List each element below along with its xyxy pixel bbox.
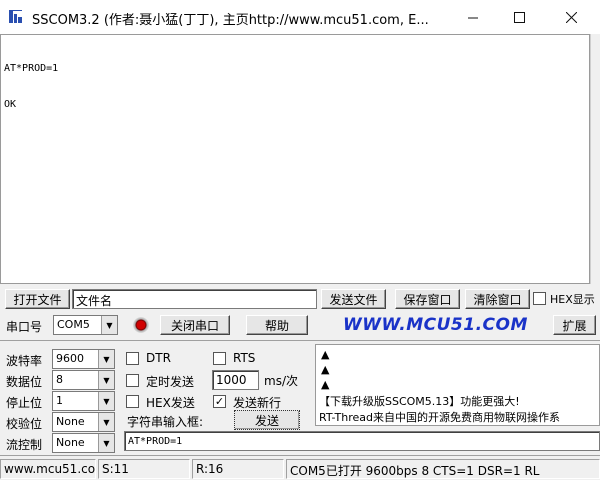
send-newline-label: 发送新行	[233, 396, 282, 410]
close-port-button[interactable]: 关闭串口	[160, 315, 230, 335]
chevron-down-icon: ▼	[98, 434, 114, 452]
send-input[interactable]: AT*PROD=1	[124, 431, 600, 451]
separator	[0, 340, 600, 341]
data-bits-label: 数据位	[6, 375, 43, 389]
chevron-down-icon: ▼	[101, 316, 117, 334]
dtr-label: DTR	[146, 351, 171, 365]
open-file-button[interactable]: 打开文件	[5, 289, 70, 309]
dtr-checkbox[interactable]	[126, 352, 139, 365]
rts-label: RTS	[233, 351, 256, 365]
chevron-down-icon: ▼	[98, 350, 114, 368]
port-value: COM5	[57, 318, 90, 331]
baud-label: 波特率	[6, 354, 43, 368]
scroll-up-icon[interactable]: ▲	[321, 378, 329, 391]
stop-bits-value: 1	[56, 394, 63, 407]
rt-thread-link[interactable]: RT-Thread来自中国的开源免费商用物联网操作系	[319, 409, 560, 425]
timed-send-label: 定时发送	[146, 375, 195, 389]
status-bar: www.mcu51.cor S:11 R:16 COM5已打开 9600bps …	[0, 455, 600, 480]
stop-bits-label: 停止位	[6, 396, 43, 410]
parity-value: None	[56, 415, 85, 428]
receive-textarea[interactable]: AT*PROD=1 OK	[0, 34, 590, 284]
receive-line: OK	[4, 99, 17, 110]
chevron-down-icon: ▼	[98, 392, 114, 410]
save-window-button[interactable]: 保存窗口	[395, 289, 460, 309]
hex-send-checkbox[interactable]	[126, 395, 139, 408]
minimize-button[interactable]	[450, 0, 496, 34]
scroll-up-icon[interactable]: ▲	[321, 363, 329, 376]
input-label: 字符串输入框:	[127, 415, 204, 429]
hex-display-checkbox[interactable]	[533, 292, 546, 305]
status-sent-count: S:11	[98, 459, 190, 479]
maximize-button[interactable]	[496, 0, 542, 34]
flow-control-select[interactable]: None ▼	[52, 433, 115, 453]
receive-line: AT*PROD=1	[4, 63, 59, 74]
parity-label: 校验位	[6, 417, 43, 431]
interval-unit-label: ms/次	[264, 374, 298, 388]
chevron-down-icon: ▼	[98, 413, 114, 431]
title-bar[interactable]: SSCOM3.2 (作者:聂小猛(丁丁), 主页http://www.mcu51…	[0, 0, 600, 34]
flow-control-value: None	[56, 436, 85, 449]
baud-select[interactable]: 9600 ▼	[52, 349, 115, 369]
scroll-up-icon[interactable]: ▲	[321, 348, 329, 361]
status-received-count: R:16	[192, 459, 284, 479]
chevron-down-icon: ▼	[98, 371, 114, 389]
close-button[interactable]	[542, 0, 600, 34]
interval-input[interactable]: 1000	[212, 370, 259, 390]
expand-button[interactable]: 扩展	[553, 315, 596, 335]
hex-send-label: HEX发送	[146, 396, 195, 410]
data-bits-select[interactable]: 8 ▼	[52, 370, 115, 390]
mcu51-logo[interactable]: WWW.MCU51.COM	[343, 315, 528, 335]
rts-checkbox[interactable]	[213, 352, 226, 365]
flow-control-label: 流控制	[6, 438, 43, 452]
port-label: 串口号	[6, 320, 43, 334]
maximize-icon	[513, 11, 525, 23]
close-icon	[565, 11, 577, 23]
help-button[interactable]: 帮助	[246, 315, 308, 335]
stop-bits-select[interactable]: 1 ▼	[52, 391, 115, 411]
sscom-window: SSCOM3.2 (作者:聂小猛(丁丁), 主页http://www.mcu51…	[0, 0, 600, 480]
data-bits-value: 8	[56, 373, 63, 386]
status-port-state: COM5已打开 9600bps 8 CTS=1 DSR=1 RL	[286, 459, 600, 479]
upgrade-link[interactable]: 【下载升级版SSCOM5.13】功能更强大!	[319, 393, 520, 409]
parity-select[interactable]: None ▼	[52, 412, 115, 432]
send-file-button[interactable]: 发送文件	[321, 289, 386, 309]
receive-scrollbar[interactable]	[590, 34, 600, 284]
clear-window-button[interactable]: 清除窗口	[465, 289, 530, 309]
app-icon	[9, 10, 22, 23]
port-status-led-icon	[133, 317, 149, 333]
minimize-icon	[467, 17, 478, 18]
status-site: www.mcu51.cor	[0, 459, 96, 479]
port-select[interactable]: COM5 ▼	[53, 315, 118, 335]
hex-display-label: HEX显示	[550, 293, 595, 306]
info-panel: ▲ ▲ ▲ 【下载升级版SSCOM5.13】功能更强大! RT-Thread来自…	[315, 344, 600, 426]
send-button[interactable]: 发送	[234, 410, 300, 430]
send-newline-checkbox[interactable]: ✓	[213, 395, 226, 408]
baud-value: 9600	[56, 352, 84, 365]
file-name-field[interactable]: 文件名	[72, 289, 317, 309]
window-title: SSCOM3.2 (作者:聂小猛(丁丁), 主页http://www.mcu51…	[32, 13, 429, 28]
timed-send-checkbox[interactable]	[126, 374, 139, 387]
